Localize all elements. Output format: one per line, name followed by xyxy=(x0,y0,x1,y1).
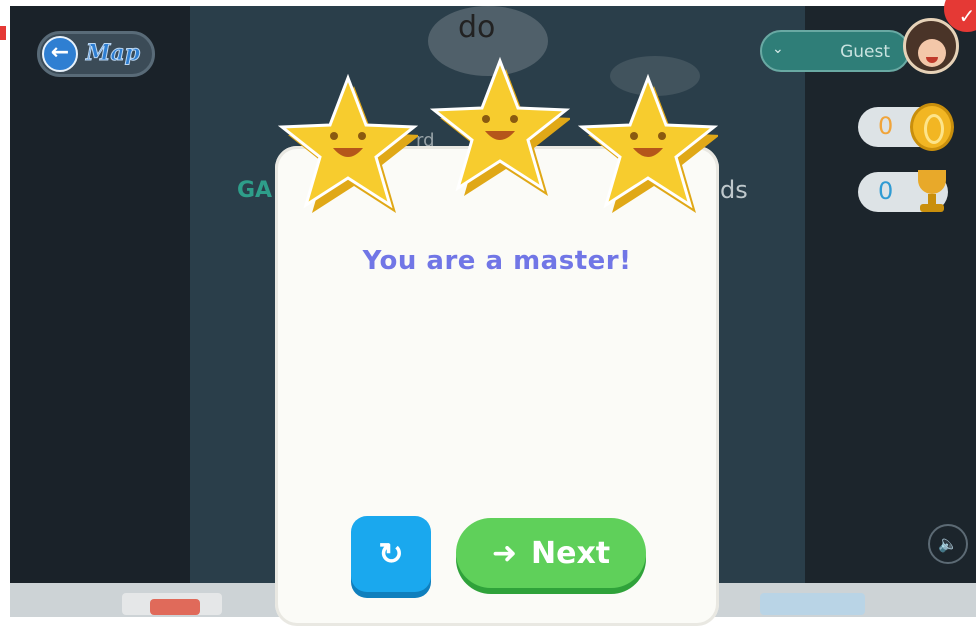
map-button[interactable]: ← Map xyxy=(37,31,155,77)
coin-count: 0 xyxy=(878,112,894,140)
back-arrow-icon: ← xyxy=(42,36,78,72)
star-icon xyxy=(430,56,570,196)
chevron-down-icon: ⌄ xyxy=(772,41,784,57)
trophy-icon xyxy=(912,168,952,216)
speaker-icon[interactable]: 🔈 xyxy=(928,524,968,564)
coin-counter: 0 xyxy=(858,103,954,151)
next-button-label: Next xyxy=(530,535,611,571)
result-message: You are a master! xyxy=(362,246,632,276)
star-icon xyxy=(578,73,718,213)
trophy-count: 0 xyxy=(878,177,894,205)
bottom-tile xyxy=(150,599,200,615)
coin-icon xyxy=(910,103,954,151)
user-selector[interactable]: ⌄ Guest xyxy=(760,30,910,72)
replay-button[interactable]: ↻ xyxy=(351,516,431,592)
background-left-panel xyxy=(10,6,190,617)
star-icon xyxy=(278,73,418,213)
background-label: ds xyxy=(720,176,748,204)
left-edge-marker xyxy=(0,26,6,40)
bottom-tile xyxy=(760,593,865,615)
next-button[interactable]: ➜ Next xyxy=(456,518,646,588)
trophy-counter: 0 xyxy=(858,170,948,212)
avatar[interactable] xyxy=(903,18,959,74)
user-name: Guest xyxy=(840,42,890,62)
map-button-label: Map xyxy=(86,40,141,67)
target-word: do xyxy=(458,10,496,45)
right-arrow-icon: ➜ xyxy=(491,535,517,571)
background-label: GA xyxy=(237,178,273,203)
replay-icon: ↻ xyxy=(378,537,404,571)
